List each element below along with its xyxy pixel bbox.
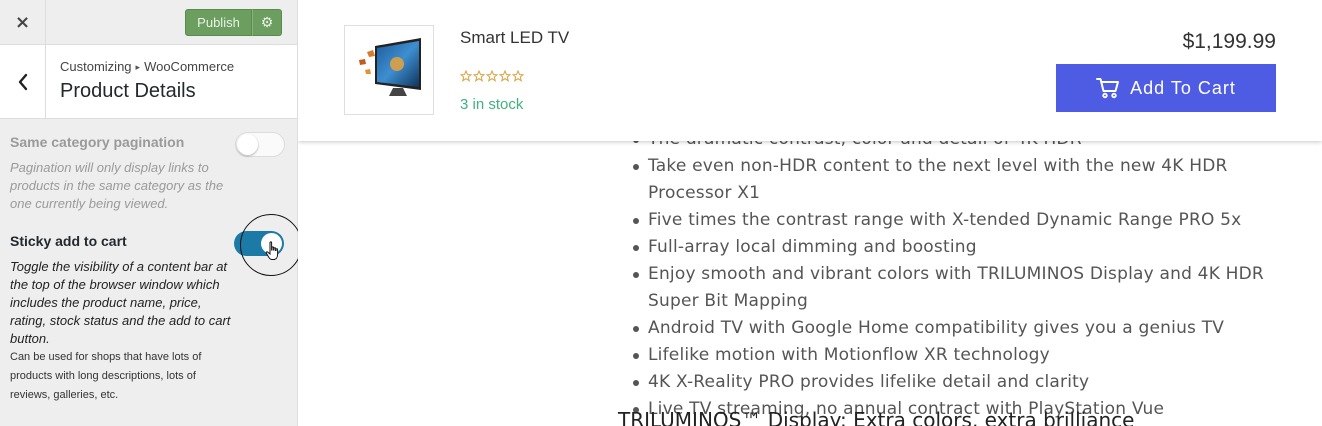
toggle-knob bbox=[261, 233, 282, 254]
breadcrumb-root: Customizing bbox=[60, 59, 132, 74]
publish-button[interactable]: Publish bbox=[185, 9, 252, 36]
sticky-add-to-cart-note: Can be used for shops that have lots of … bbox=[10, 351, 202, 401]
section-header: Customizing ▸ WooCommerce Product Details bbox=[0, 45, 297, 119]
publish-settings-button[interactable]: ⚙ bbox=[252, 9, 282, 36]
star-empty-icon bbox=[473, 70, 485, 82]
gear-icon: ⚙ bbox=[260, 14, 274, 31]
toggle-knob bbox=[237, 134, 258, 155]
same-category-pagination-toggle[interactable] bbox=[235, 132, 285, 157]
customizer-sidebar: × Publish ⚙ Customizing ▸ WooCommerce Prod… bbox=[0, 0, 298, 426]
product-thumbnail[interactable] bbox=[344, 25, 434, 115]
close-icon: × bbox=[14, 12, 31, 33]
sticky-add-to-cart-bar: Smart LED TV 3 in stock $1,199.99 Add To… bbox=[298, 0, 1322, 141]
rating-stars bbox=[460, 70, 524, 82]
star-empty-icon bbox=[460, 70, 472, 82]
list-item: Take even non-HDR content to the next le… bbox=[633, 153, 1308, 207]
close-customizer-button[interactable]: × bbox=[0, 0, 46, 45]
sticky-add-to-cart-description: Toggle the visibility of a content bar a… bbox=[10, 259, 231, 346]
list-item: Full-array local dimming and boosting bbox=[633, 234, 1308, 261]
list-item: Enjoy smooth and vibrant colors with TRI… bbox=[633, 261, 1308, 315]
stock-status: 3 in stock bbox=[460, 96, 524, 113]
breadcrumb-separator-icon: ▸ bbox=[135, 62, 141, 72]
list-item: Five times the contrast range with X-ten… bbox=[633, 207, 1308, 234]
pagination-control-title: Same category pagination bbox=[10, 134, 185, 150]
cart-icon bbox=[1096, 78, 1120, 99]
list-item: Android TV with Google Home compatibilit… bbox=[633, 315, 1308, 342]
breadcrumb-section: WooCommerce bbox=[144, 59, 235, 74]
list-item: 4K X-Reality PRO provides lifelike detai… bbox=[633, 369, 1308, 396]
add-to-cart-button[interactable]: Add To Cart bbox=[1056, 64, 1276, 112]
star-empty-icon bbox=[499, 70, 511, 82]
section-title: Product Details bbox=[60, 80, 196, 102]
sticky-add-to-cart-title: Sticky add to cart bbox=[10, 233, 127, 249]
pagination-control-description: Pagination will only display links to pr… bbox=[10, 160, 224, 211]
star-empty-icon bbox=[512, 70, 524, 82]
breadcrumb: Customizing ▸ WooCommerce bbox=[60, 59, 234, 74]
chevron-left-icon bbox=[18, 73, 27, 91]
list-item: Lifelike motion with Motionflow XR techn… bbox=[633, 342, 1308, 369]
back-button[interactable] bbox=[0, 45, 46, 119]
star-empty-icon bbox=[486, 70, 498, 82]
customizer-header: × Publish ⚙ bbox=[0, 0, 297, 45]
tv-product-image bbox=[359, 38, 421, 96]
product-name: Smart LED TV bbox=[460, 28, 570, 47]
feature-list: The dramatic contrast, color and detail … bbox=[633, 126, 1308, 423]
description-subheading: TRILUMINOS™ Display: Extra colors, extra… bbox=[618, 408, 1135, 426]
add-to-cart-label: Add To Cart bbox=[1130, 77, 1236, 98]
product-price: $1,199.99 bbox=[1182, 30, 1276, 53]
site-preview: The dramatic contrast, color and detail … bbox=[298, 0, 1322, 426]
sticky-add-to-cart-toggle[interactable] bbox=[234, 231, 284, 256]
